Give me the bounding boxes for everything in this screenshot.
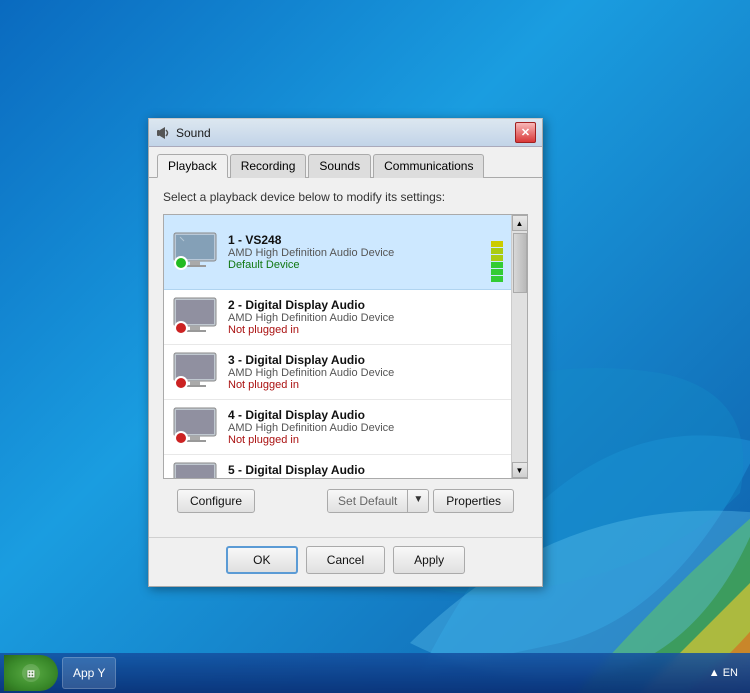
level-bar [491,248,503,254]
tab-recording[interactable]: Recording [230,154,307,178]
svg-text:⊞: ⊞ [27,669,35,680]
scrollbar-down-button[interactable]: ▼ [512,462,528,478]
device-status-4: Not plugged in [228,434,503,446]
device-driver-2: AMD High Definition Audio Device [228,312,503,324]
device-item-5[interactable]: 5 - Digital Display Audio AMD High Defin… [164,455,511,478]
tabs-bar: Playback Recording Sounds Communications [149,147,542,178]
level-meter-1 [491,222,503,282]
apply-button[interactable]: Apply [393,546,465,574]
device-driver-3: AMD High Definition Audio Device [228,367,503,379]
device-status-1: Default Device [228,259,487,271]
status-badge-2 [174,321,188,335]
device-icon-wrap-4 [172,407,220,447]
properties-button[interactable]: Properties [433,489,514,513]
tab-playback[interactable]: Playback [157,154,228,178]
dialog-body: Select a playback device below to modify… [149,178,542,537]
device-driver-4: AMD High Definition Audio Device [228,422,503,434]
device-name-3: 3 - Digital Display Audio [228,353,503,367]
sound-icon [155,125,171,141]
scrollbar-thumb[interactable] [513,233,527,293]
device-icon-wrap-1 [172,232,220,272]
status-badge-4 [174,431,188,445]
tab-communications[interactable]: Communications [373,154,484,178]
taskbar-app-y-label: App Y [73,666,105,680]
device-driver-1: AMD High Definition Audio Device [228,247,487,259]
start-orb-icon: ⊞ [21,663,41,683]
dialog-actions: OK Cancel Apply [149,537,542,586]
device-info-1: 1 - VS248 AMD High Definition Audio Devi… [228,233,487,271]
status-badge-default-1 [174,256,188,270]
device-info-3: 3 - Digital Display Audio AMD High Defin… [228,353,503,391]
monitor-icon-5 [172,462,218,478]
device-name-1: 1 - VS248 [228,233,487,247]
list-scrollbar: ▲ ▼ [511,215,527,478]
device-icon-wrap-2 [172,297,220,337]
level-bar [491,276,503,282]
device-info-5: 5 - Digital Display Audio AMD High Defin… [228,463,503,478]
start-button[interactable]: ⊞ [4,655,58,691]
set-default-button[interactable]: Set Default [328,490,408,512]
level-bar [491,255,503,261]
device-name-5: 5 - Digital Display Audio [228,463,503,477]
level-bar [491,262,503,268]
cancel-button[interactable]: Cancel [306,546,385,574]
device-list: 1 - VS248 AMD High Definition Audio Devi… [164,215,511,478]
device-item-4[interactable]: 4 - Digital Display Audio AMD High Defin… [164,400,511,455]
taskbar-app-y[interactable]: App Y [62,657,116,689]
taskbar: ⊞ App Y ▲ EN [0,653,750,693]
dialog-title: Sound [176,126,515,140]
btn-group-right: Set Default ▼ Properties [327,489,514,513]
level-bar [491,269,503,275]
device-status-3: Not plugged in [228,379,503,391]
level-bar [491,241,503,247]
device-item-2[interactable]: 2 - Digital Display Audio AMD High Defin… [164,290,511,345]
device-name-4: 4 - Digital Display Audio [228,408,503,422]
device-name-2: 2 - Digital Display Audio [228,298,503,312]
device-info-2: 2 - Digital Display Audio AMD High Defin… [228,298,503,336]
taskbar-right: ▲ EN [709,667,746,679]
status-badge-3 [174,376,188,390]
set-default-wrap: Set Default ▼ [327,489,429,513]
device-icon-wrap-5 [172,462,220,478]
bottom-buttons: Configure Set Default ▼ Properties [163,479,528,525]
scrollbar-up-button[interactable]: ▲ [512,215,528,231]
device-list-container: 1 - VS248 AMD High Definition Audio Devi… [163,214,528,479]
scrollbar-track [512,231,527,462]
close-button[interactable]: ✕ [515,122,536,143]
device-status-2: Not plugged in [228,324,503,336]
device-item-1[interactable]: 1 - VS248 AMD High Definition Audio Devi… [164,215,511,290]
dialog-description: Select a playback device below to modify… [163,190,528,204]
ok-button[interactable]: OK [226,546,298,574]
device-info-4: 4 - Digital Display Audio AMD High Defin… [228,408,503,446]
taskbar-clock: ▲ EN [709,667,738,679]
device-driver-5: AMD High Definition Audio Device [228,477,503,478]
title-bar: Sound ✕ [149,119,542,147]
tab-sounds[interactable]: Sounds [308,154,371,178]
device-item-3[interactable]: 3 - Digital Display Audio AMD High Defin… [164,345,511,400]
sound-dialog: Sound ✕ Playback Recording Sounds Commun… [148,118,543,587]
device-icon-wrap-3 [172,352,220,392]
set-default-dropdown-arrow[interactable]: ▼ [408,490,428,512]
configure-button[interactable]: Configure [177,489,255,513]
